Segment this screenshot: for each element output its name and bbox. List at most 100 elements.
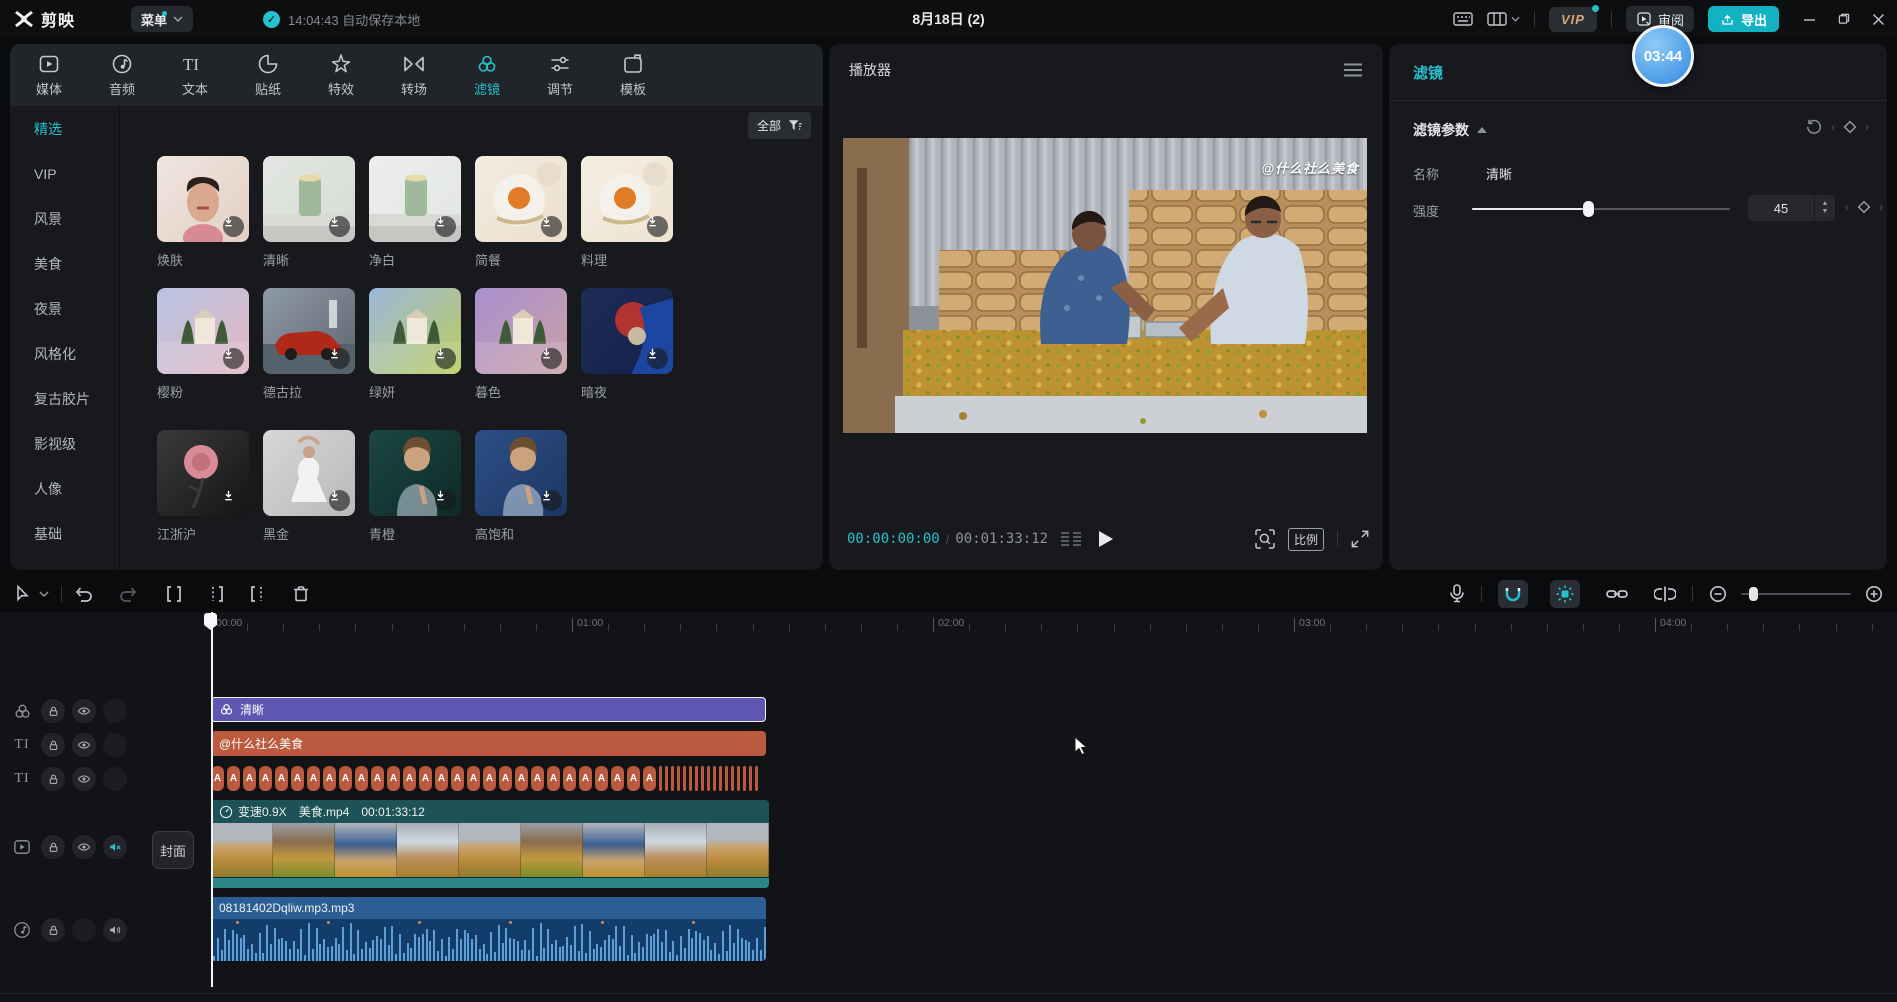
category-基础[interactable]: 基础 [10,511,119,556]
letter-clip[interactable]: A [371,766,384,791]
letter-clip[interactable]: A [435,766,448,791]
letter-clip-narrow[interactable] [713,766,716,791]
eye-icon[interactable] [72,835,96,859]
unlink-clips-icon[interactable] [1654,586,1676,602]
download-icon[interactable] [647,216,668,237]
filter-thumbnail[interactable] [581,156,673,242]
filter-thumbnail[interactable] [369,156,461,242]
filter-thumbnail[interactable] [475,156,567,242]
letter-clip[interactable]: A [243,766,256,791]
eye-icon[interactable] [72,699,96,723]
letter-clip[interactable]: A [403,766,416,791]
filter-thumbnail[interactable] [157,430,249,516]
prev-keyframe-icon[interactable]: ‹ [1831,120,1835,134]
filter-card-樱粉[interactable]: 樱粉 [157,288,253,401]
category-夜景[interactable]: 夜景 [10,286,119,331]
close-button[interactable] [1872,13,1885,26]
category-风景[interactable]: 风景 [10,196,119,241]
aspect-ratio-button[interactable]: 比例 [1288,528,1324,551]
track-toggle-placeholder[interactable] [103,767,127,791]
category-VIP[interactable]: VIP [10,151,119,196]
select-tool[interactable] [14,585,31,603]
lock-icon[interactable] [41,918,65,942]
letter-clip-narrow[interactable] [755,766,758,791]
download-icon[interactable] [435,490,456,511]
letter-clip[interactable]: A [467,766,480,791]
text-clip[interactable]: @什么社么美食 [211,731,766,756]
timeline-zoom-in-icon[interactable] [1865,585,1883,603]
letter-clip[interactable]: A [227,766,240,791]
strength-slider[interactable] [1472,208,1730,210]
cover-button[interactable]: 封面 [152,831,194,869]
countdown-timer-badge[interactable]: 03:44 [1632,25,1694,87]
letter-clip[interactable]: A [339,766,352,791]
filter-thumbnail[interactable] [263,156,355,242]
filter-thumbnail[interactable] [263,430,355,516]
lock-icon[interactable] [41,733,65,757]
video-preview[interactable]: @什么社么美食 [843,138,1367,433]
filter-card-净白[interactable]: 净白 [369,156,465,269]
prev-keyframe-icon[interactable]: ‹ [1845,200,1849,214]
strength-value-input[interactable]: 45 [1748,195,1814,221]
filter-thumbnail[interactable] [157,288,249,374]
download-icon[interactable] [223,348,244,369]
split-keep-right-tool[interactable] [248,585,268,603]
download-icon[interactable] [541,490,562,511]
filter-thumbnail[interactable] [369,430,461,516]
vip-badge[interactable]: VIP [1549,7,1597,32]
letter-clip-narrow[interactable] [719,766,722,791]
next-keyframe-icon[interactable]: › [1865,120,1869,134]
category-复古胶片[interactable]: 复古胶片 [10,376,119,421]
filter-thumbnail[interactable] [157,156,249,242]
letter-clip-narrow[interactable] [695,766,698,791]
link-clips-icon[interactable] [1606,587,1628,601]
lock-icon[interactable] [41,835,65,859]
letter-clip[interactable]: A [419,766,432,791]
letter-clip-narrow[interactable] [701,766,704,791]
category-精选[interactable]: 精选 [10,106,119,151]
slider-handle[interactable] [1583,201,1594,217]
letter-clip[interactable]: A [563,766,576,791]
filter-thumbnail[interactable] [475,288,567,374]
track-toggle-placeholder[interactable] [103,733,127,757]
letter-clip[interactable]: A [627,766,640,791]
timeline-area[interactable]: 00:0001:0002:0003:0004:00 TI TI [0,612,1897,1002]
letter-clip[interactable]: A [211,766,224,791]
split-tool[interactable] [164,585,184,603]
letter-text-clips[interactable]: AAAAAAAAAAAAAAAAAAAAAAAAAAAA [211,765,766,792]
letter-clip-narrow[interactable] [749,766,752,791]
timeline-zoom-slider[interactable] [1741,593,1851,595]
zoom-slider-handle[interactable] [1749,587,1758,601]
filter-card-焕肤[interactable]: 焕肤 [157,156,253,269]
letter-clip-narrow[interactable] [689,766,692,791]
mute-original-audio-icon[interactable] [103,835,127,859]
filter-card-暗夜[interactable]: 暗夜 [581,288,677,401]
letter-clip[interactable]: A [483,766,496,791]
strength-stepper[interactable]: ▲▼ [1815,195,1835,221]
filter-card-黑金[interactable]: 黑金 [263,430,359,543]
filter-thumbnail[interactable] [475,430,567,516]
minimize-button[interactable] [1803,13,1816,26]
download-icon[interactable] [541,216,562,237]
menu-button[interactable]: 菜单 [131,6,193,32]
filter-card-料理[interactable]: 料理 [581,156,677,269]
select-tool-dropdown[interactable] [39,591,49,597]
timecode-list-icon[interactable] [1060,531,1082,547]
filter-card-高饱和[interactable]: 高饱和 [475,430,571,543]
fullscreen-icon[interactable] [1351,530,1369,548]
download-icon[interactable] [223,490,244,511]
filter-thumbnail[interactable] [581,288,673,374]
filter-card-青橙[interactable]: 青橙 [369,430,465,543]
download-icon[interactable] [541,348,562,369]
letter-clip[interactable]: A [547,766,560,791]
letter-clip[interactable]: A [259,766,272,791]
download-icon[interactable] [647,348,668,369]
snap-magnet-toggle[interactable] [1498,580,1528,608]
record-voiceover-icon[interactable] [1449,584,1465,603]
download-icon[interactable] [435,348,456,369]
video-clip[interactable]: 变速0.9X 美食.mp4 00:01:33:12 [211,800,769,888]
letter-clip-narrow[interactable] [725,766,728,791]
filter-clip[interactable]: 清晰 [211,697,766,722]
keyframe-diamond-icon[interactable] [1857,200,1871,214]
eye-icon[interactable] [72,767,96,791]
